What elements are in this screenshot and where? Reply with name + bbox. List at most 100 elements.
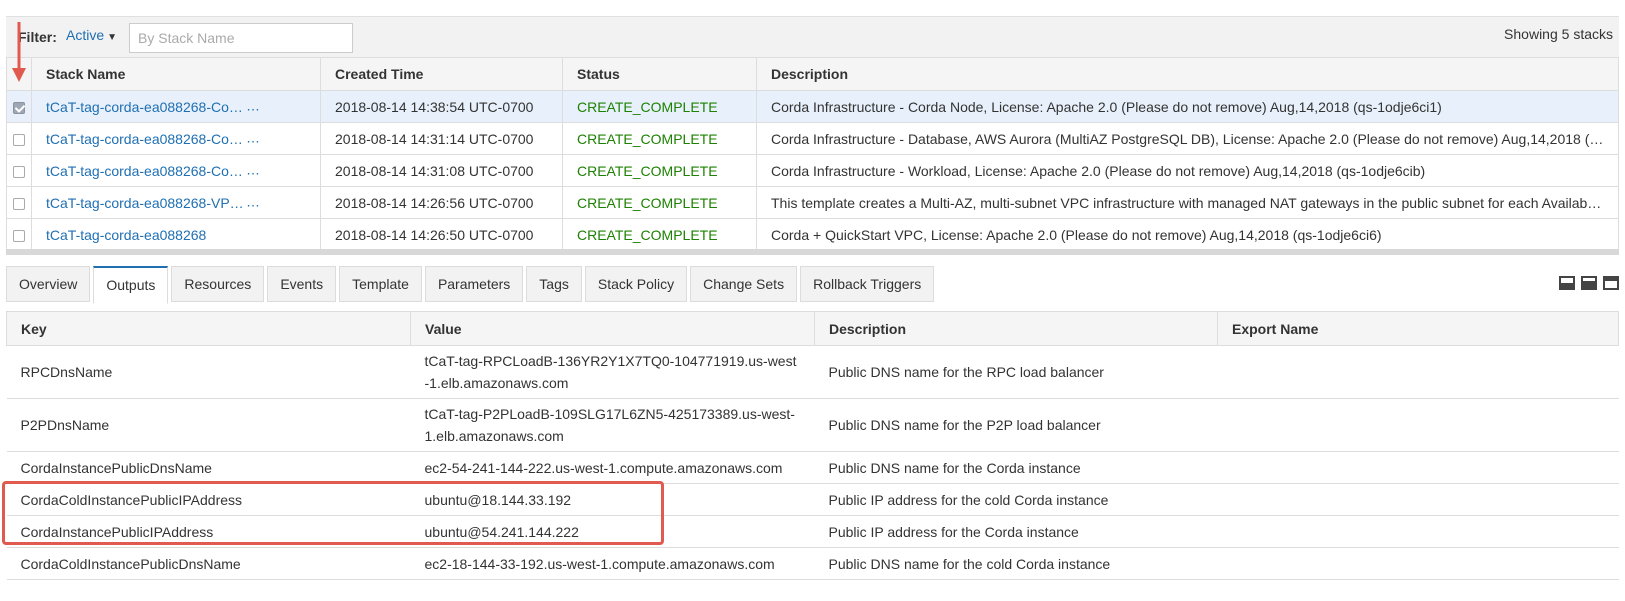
stack-name-search-input[interactable] xyxy=(129,23,353,53)
stack-name-cell: tCaT-tag-corda-ea088268 xyxy=(31,218,321,251)
down-arrow-annotation-icon xyxy=(12,22,26,82)
description-cell: Corda + QuickStart VPC, License: Apache … xyxy=(756,218,1619,251)
column-header-created-time[interactable]: Created Time xyxy=(320,57,563,91)
filter-status-dropdown[interactable]: Active ▼ xyxy=(66,27,117,43)
stack-name-cell: tCaT-tag-corda-ea088268-VPCStack NESTED xyxy=(31,186,321,219)
status-cell: CREATE_COMPLETE xyxy=(562,90,757,123)
output-description-cell: Public DNS name for the cold Corda insta… xyxy=(814,547,1218,580)
output-value-cell: tCaT-tag-P2PLoadB-109SLG17L6ZN5-42517338… xyxy=(410,398,815,452)
maximize-panel-icon[interactable] xyxy=(1603,276,1619,290)
created-time-cell: 2018-08-14 14:31:08 UTC-0700 xyxy=(320,154,563,187)
tab-rollback-triggers[interactable]: Rollback Triggers xyxy=(800,266,935,302)
stack-row[interactable]: tCaT-tag-corda-ea088268-CordaWorkloadSta… xyxy=(6,154,1619,187)
output-description-cell: Public IP address for the cold Corda ins… xyxy=(814,483,1218,516)
panel-divider[interactable] xyxy=(6,249,1619,255)
output-row: RPCDnsName tCaT-tag-RPCLoadB-136YR2Y1X7TQ… xyxy=(6,345,1619,399)
stack-row[interactable]: tCaT-tag-corda-ea088268-CordaDBStack NEST… xyxy=(6,122,1619,155)
filter-bar: Filter: Active▼ Showing 5 stacks xyxy=(6,16,1619,57)
tab-template[interactable]: Template xyxy=(339,266,422,302)
tab-events[interactable]: Events xyxy=(267,266,337,302)
column-header-stack-name[interactable]: Stack Name xyxy=(31,57,321,91)
output-row: P2PDnsName tCaT-tag-P2PLoadB-109SLG17L6ZN… xyxy=(6,398,1619,452)
output-key-cell: P2PDnsName xyxy=(6,398,411,452)
column-header-status[interactable]: Status xyxy=(562,57,757,91)
row-select-cell xyxy=(6,90,32,123)
output-key-cell: CordaInstancePublicDnsName xyxy=(6,451,411,484)
tab-overview[interactable]: Overview xyxy=(6,266,91,302)
output-export-cell xyxy=(1217,398,1619,452)
row-checkbox[interactable] xyxy=(13,165,25,178)
nested-badge: NESTED xyxy=(252,192,311,213)
created-time-cell: 2018-08-14 14:26:50 UTC-0700 xyxy=(320,218,563,251)
highlight-annotation-box xyxy=(2,481,664,545)
caret-down-icon: ▼ xyxy=(107,32,118,43)
status-cell: CREATE_COMPLETE xyxy=(562,122,757,155)
row-checkbox[interactable] xyxy=(13,229,25,242)
stack-row[interactable]: tCaT-tag-corda-ea088268 2018-08-14 14:26:… xyxy=(6,218,1619,251)
stack-row[interactable]: tCaT-tag-corda-ea088268-VPCStack NESTED 20… xyxy=(6,186,1619,219)
output-value-cell: ec2-18-144-33-192.us-west-1.compute.amaz… xyxy=(410,547,815,580)
nested-badge: NESTED xyxy=(252,160,311,181)
stack-name-link[interactable]: tCaT-tag-corda-ea088268-CordaWorkloadSta… xyxy=(46,163,246,179)
column-header-description[interactable]: Description xyxy=(756,57,1619,91)
row-checkbox[interactable] xyxy=(13,133,25,146)
column-header-value[interactable]: Value xyxy=(410,311,815,346)
output-description-cell: Public DNS name for the Corda instance xyxy=(814,451,1218,484)
status-cell: CREATE_COMPLETE xyxy=(562,186,757,219)
created-time-cell: 2018-08-14 14:31:14 UTC-0700 xyxy=(320,122,563,155)
output-description-cell: Public DNS name for the P2P load balance… xyxy=(814,398,1218,452)
description-cell: Corda Infrastructure - Database, AWS Aur… xyxy=(756,122,1619,155)
row-checkbox[interactable] xyxy=(13,197,25,210)
column-header-key[interactable]: Key xyxy=(6,311,411,346)
output-key-cell: CordaColdInstancePublicDnsName xyxy=(6,547,411,580)
column-header-output-description[interactable]: Description xyxy=(814,311,1218,346)
nested-badge: NESTED xyxy=(252,96,311,117)
row-select-cell xyxy=(6,122,32,155)
stack-row[interactable]: tCaT-tag-corda-ea088268-CordaStack NESTED… xyxy=(6,90,1619,123)
row-checkbox[interactable] xyxy=(13,101,25,114)
description-cell: Corda Infrastructure - Corda Node, Licen… xyxy=(756,90,1619,123)
stack-count-text: Showing 5 stacks xyxy=(1504,26,1613,42)
filter-status-value: Active xyxy=(66,27,105,43)
stack-detail-tabs: Overview Outputs Resources Events Template Pa… xyxy=(6,266,937,304)
stack-name-link[interactable]: tCaT-tag-corda-ea088268-VPCStack xyxy=(46,195,246,211)
description-cell: Corda Infrastructure - Workload, License… xyxy=(756,154,1619,187)
output-export-cell xyxy=(1217,451,1619,484)
status-cell: CREATE_COMPLETE xyxy=(562,154,757,187)
nested-badge: NESTED xyxy=(252,128,311,149)
split-view-small-icon[interactable] xyxy=(1559,276,1575,290)
created-time-cell: 2018-08-14 14:38:54 UTC-0700 xyxy=(320,90,563,123)
output-key-cell: RPCDnsName xyxy=(6,345,411,399)
output-description-cell: Public IP address for the Corda instance xyxy=(814,515,1218,548)
stack-name-cell: tCaT-tag-corda-ea088268-CordaWorkloadSta… xyxy=(31,154,321,187)
output-row: CordaInstancePublicDnsName ec2-54-241-144… xyxy=(6,451,1619,484)
outputs-header-row: Key Value Description Export Name xyxy=(6,311,1619,346)
tab-tags[interactable]: Tags xyxy=(526,266,582,302)
created-time-cell: 2018-08-14 14:26:56 UTC-0700 xyxy=(320,186,563,219)
stack-name-link[interactable]: tCaT-tag-corda-ea088268 xyxy=(46,227,206,243)
tab-stack-policy[interactable]: Stack Policy xyxy=(584,266,688,302)
row-select-cell xyxy=(6,154,32,187)
tab-parameters[interactable]: Parameters xyxy=(424,266,524,302)
stack-name-link[interactable]: tCaT-tag-corda-ea088268-CordaDBStack xyxy=(46,131,246,147)
stacks-header-row: Stack Name Created Time Status Descripti… xyxy=(6,57,1619,91)
split-view-half-icon[interactable] xyxy=(1581,276,1597,290)
description-cell: This template creates a Multi-AZ, multi-… xyxy=(756,186,1619,219)
tab-change-sets[interactable]: Change Sets xyxy=(690,266,798,302)
output-export-cell xyxy=(1217,515,1619,548)
output-description-cell: Public DNS name for the RPC load balance… xyxy=(814,345,1218,399)
column-header-export-name[interactable]: Export Name xyxy=(1217,311,1619,346)
tab-outputs[interactable]: Outputs xyxy=(93,266,169,304)
view-layout-controls xyxy=(1559,276,1619,290)
output-row: CordaColdInstancePublicDnsName ec2-18-144… xyxy=(6,547,1619,580)
stack-name-link[interactable]: tCaT-tag-corda-ea088268-CordaStack xyxy=(46,99,246,115)
output-export-cell xyxy=(1217,547,1619,580)
stack-name-cell: tCaT-tag-corda-ea088268-CordaDBStack NEST… xyxy=(31,122,321,155)
stack-name-cell: tCaT-tag-corda-ea088268-CordaStack NESTED xyxy=(31,90,321,123)
output-export-cell xyxy=(1217,483,1619,516)
output-value-cell: tCaT-tag-RPCLoadB-136YR2Y1X7TQ0-10477191… xyxy=(410,345,815,399)
row-select-cell xyxy=(6,186,32,219)
output-value-cell: ec2-54-241-144-222.us-west-1.compute.ama… xyxy=(410,451,815,484)
output-export-cell xyxy=(1217,345,1619,399)
tab-resources[interactable]: Resources xyxy=(171,266,265,302)
